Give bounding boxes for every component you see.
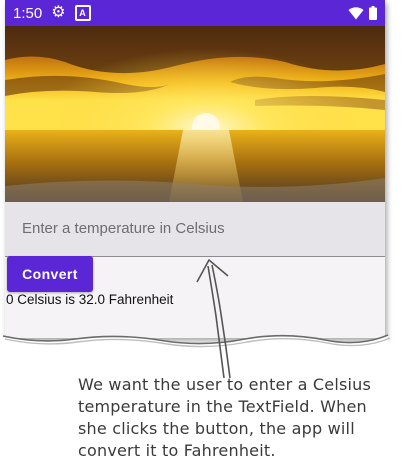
status-right-icons <box>348 6 377 20</box>
gear-icon: ⚙ <box>51 4 66 21</box>
annotation-line: We want the user to enter a Celsius <box>78 375 372 394</box>
annotation-line: she clicks the button, the app will <box>78 419 355 438</box>
arrow-icon <box>196 259 231 379</box>
sunset-image <box>5 26 385 202</box>
a-icon: A <box>74 5 91 21</box>
wifi-icon <box>348 6 364 19</box>
annotation-line: convert it to Fahrenheit. <box>78 441 276 460</box>
status-time: 1:50 <box>13 4 43 22</box>
battery-icon <box>369 6 377 20</box>
status-bar: 1:50 ⚙ A <box>5 0 385 26</box>
convert-button[interactable]: Convert <box>7 256 93 292</box>
result-text: 0 Celsius is 32.0 Fahrenheit <box>6 292 174 307</box>
text-field-placeholder: Enter a temperature in Celsius <box>22 220 225 237</box>
annotation-line: temperature in the TextField. When <box>78 397 367 416</box>
celsius-text-field[interactable]: Enter a temperature in Celsius <box>5 202 385 257</box>
annotation-text: We want the user to enter a Celsius temp… <box>78 374 408 462</box>
tutorial-figure: 1:50 ⚙ A Enter a temperature in Celsius … <box>0 0 413 472</box>
